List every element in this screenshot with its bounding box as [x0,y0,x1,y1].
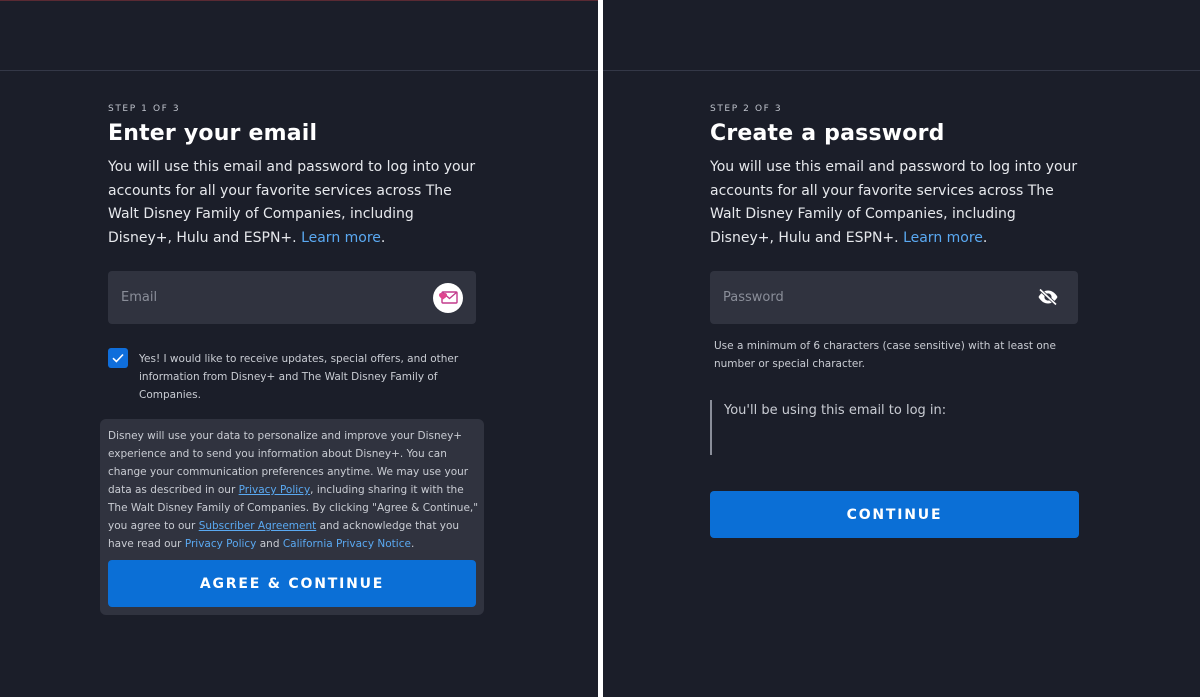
page-title: Create a password [710,121,945,146]
marketing-opt-in-checkbox[interactable] [108,348,128,368]
agree-continue-button[interactable]: AGREE & CONTINUE [108,560,476,607]
continue-button[interactable]: CONTINUE [710,491,1079,538]
privacy-policy-link-2[interactable]: Privacy Policy [185,538,257,550]
header-divider [0,70,598,71]
learn-more-suffix: . [380,229,386,246]
page-title: Enter your email [108,121,318,146]
email-step-panel: STEP 1 OF 3 Enter your email You will us… [0,0,598,697]
email-input[interactable] [108,271,476,324]
password-input[interactable] [710,271,1078,324]
california-privacy-notice-link[interactable]: California Privacy Notice [283,538,411,550]
email-note-bar [710,400,712,455]
subscriber-agreement-link[interactable]: Subscriber Agreement [199,520,317,532]
consent-panel: Disney will use your data to personalize… [100,419,484,615]
learn-more-link[interactable]: Learn more [301,230,381,246]
opt-in-label: Yes! I would like to receive updates, sp… [139,353,459,401]
checkmark-icon [112,353,124,363]
privacy-policy-link[interactable]: Privacy Policy [239,484,311,496]
description-text: You will use this email and password to … [108,159,476,246]
top-border [0,0,598,1]
header-divider [603,70,1200,71]
step-indicator: STEP 1 OF 3 [108,104,181,114]
password-requirements-hint: Use a minimum of 6 characters (case sens… [714,340,1056,370]
password-field-container [710,271,1078,324]
description-text: You will use this email and password to … [710,159,1078,246]
eye-slash-icon[interactable] [1036,286,1060,308]
email-login-note: You'll be using this email to log in: [724,403,947,418]
description: You will use this email and password to … [108,156,478,250]
consent-text-5: . [410,538,415,550]
email-field-container [108,271,476,324]
password-step-panel: STEP 2 OF 3 Create a password You will u… [603,0,1200,697]
learn-more-suffix: . [982,229,988,246]
description: You will use this email and password to … [710,156,1080,250]
step-indicator: STEP 2 OF 3 [710,104,783,114]
learn-more-link[interactable]: Learn more [903,230,983,246]
consent-text-4: and [256,538,283,550]
mail-heart-icon[interactable] [433,283,463,313]
consent-text: Disney will use your data to personalize… [108,427,480,553]
